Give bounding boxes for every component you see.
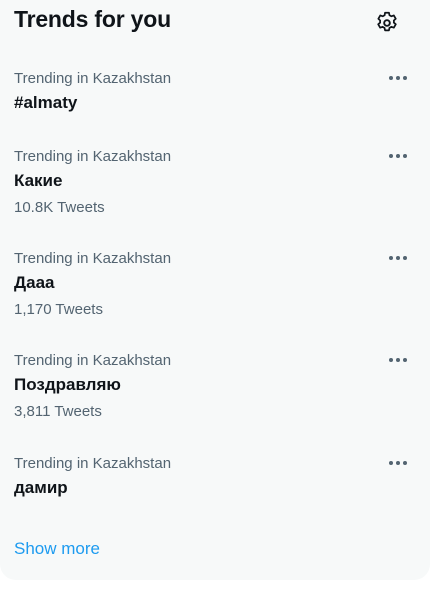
trend-name: Какие [14, 171, 63, 190]
trends-header: Trends for you [0, 0, 430, 48]
show-more-link[interactable]: Show more [14, 539, 100, 559]
trend-item[interactable]: Trending in Kazakhstan дамир [0, 455, 430, 515]
panel-title: Trends for you [14, 6, 171, 32]
more-horizontal-icon[interactable] [384, 144, 412, 164]
more-horizontal-icon[interactable] [384, 451, 412, 471]
gear-icon[interactable] [374, 10, 400, 36]
trend-context: Trending in Kazakhstan [14, 148, 172, 165]
trend-context: Trending in Kazakhstan [14, 455, 172, 472]
trends-panel: Trends for you Trending in Kazakhstan #a… [0, 0, 430, 580]
trend-item[interactable]: Trending in Kazakhstan Дааа 1,170 Tweets [0, 250, 430, 325]
trend-name: #almaty [14, 93, 78, 112]
trend-name: дамир [14, 478, 68, 497]
trend-item[interactable]: Trending in Kazakhstan #almaty [0, 70, 430, 130]
trend-tweet-count: 10.8K Tweets [14, 199, 105, 216]
more-horizontal-icon[interactable] [384, 348, 412, 368]
trend-tweet-count: 1,170 Tweets [14, 301, 103, 318]
more-horizontal-icon[interactable] [384, 66, 412, 86]
trend-context: Trending in Kazakhstan [14, 70, 172, 87]
trend-context: Trending in Kazakhstan [14, 250, 172, 267]
trend-context: Trending in Kazakhstan [14, 352, 172, 369]
trend-tweet-count: 3,811 Tweets [14, 403, 102, 420]
trend-item[interactable]: Trending in Kazakhstan Поздравляю 3,811 … [0, 352, 430, 427]
more-horizontal-icon[interactable] [384, 246, 412, 266]
trend-item[interactable]: Trending in Kazakhstan Какие 10.8K Tweet… [0, 148, 430, 223]
trend-name: Поздравляю [14, 375, 121, 394]
trend-name: Дааа [14, 273, 55, 292]
